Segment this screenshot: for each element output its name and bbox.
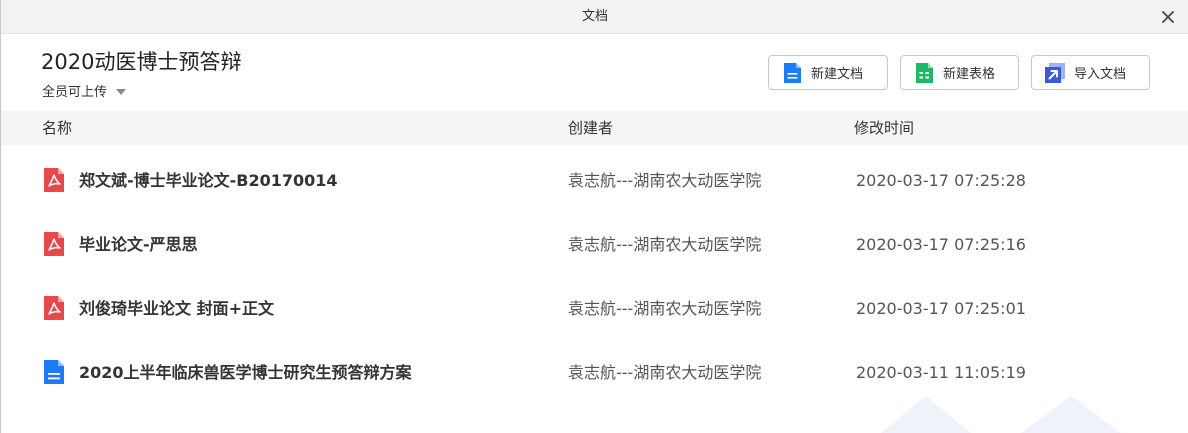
sheet-icon (916, 62, 933, 83)
new-sheet-label: 新建表格 (943, 67, 996, 82)
pdf-icon (44, 232, 64, 256)
file-name[interactable]: 郑文斌-博士毕业论文-B20170014 (79, 149, 338, 213)
new-sheet-button[interactable]: 新建表格 (900, 55, 1019, 90)
table-row[interactable]: 毕业论文-严思思 袁志航---湖南农大动医学院 2020-03-17 07:25… (1, 213, 1188, 277)
caret-down-icon (116, 88, 127, 95)
column-header-name[interactable]: 名称 (42, 111, 72, 145)
close-icon[interactable] (1157, 6, 1179, 28)
doc-icon (44, 360, 64, 384)
file-modified-time: 2020-03-17 07:25:16 (856, 235, 1026, 254)
import-doc-label: 导入文档 (1074, 67, 1127, 82)
permission-label: 全员可上传 (42, 85, 108, 100)
new-doc-label: 新建文档 (811, 67, 864, 82)
doc-icon (784, 62, 801, 83)
import-doc-button[interactable]: 导入文档 (1031, 55, 1150, 90)
table-row[interactable]: 郑文斌-博士毕业论文-B20170014 袁志航---湖南农大动医学院 2020… (1, 149, 1188, 213)
pdf-icon (44, 296, 64, 320)
file-name[interactable]: 毕业论文-严思思 (79, 213, 198, 277)
column-header-modified[interactable]: 修改时间 (854, 111, 914, 145)
file-creator: 袁志航---湖南农大动医学院 (568, 299, 762, 318)
document-window: 文档 2020动医博士预答辩 全员可上传 新建文档 新建表格 导入文档 名称 创… (0, 0, 1188, 433)
file-name[interactable]: 2020上半年临床兽医学博士研究生预答辩方案 (79, 341, 412, 405)
file-modified-time: 2020-03-17 07:25:28 (856, 171, 1026, 190)
file-creator: 袁志航---湖南农大动医学院 (568, 171, 762, 190)
file-modified-time: 2020-03-17 07:25:01 (856, 299, 1026, 318)
column-header-creator[interactable]: 创建者 (568, 111, 613, 145)
table-row[interactable]: 刘俊琦毕业论文 封面+正文 袁志航---湖南农大动医学院 2020-03-17 … (1, 277, 1188, 341)
file-name[interactable]: 刘俊琦毕业论文 封面+正文 (79, 277, 274, 341)
table-header: 名称 创建者 修改时间 (1, 111, 1188, 145)
file-creator: 袁志航---湖南农大动医学院 (568, 363, 762, 382)
file-creator: 袁志航---湖南农大动医学院 (568, 235, 762, 254)
background-decoration (881, 396, 1121, 433)
folder-title: 2020动医博士预答辩 (41, 50, 242, 74)
import-icon (1045, 62, 1065, 83)
window-title: 文档 (581, 9, 608, 24)
pdf-icon (44, 168, 64, 192)
title-bar: 文档 (1, 0, 1188, 34)
new-doc-button[interactable]: 新建文档 (768, 55, 888, 90)
permission-dropdown[interactable]: 全员可上传 (42, 81, 127, 100)
